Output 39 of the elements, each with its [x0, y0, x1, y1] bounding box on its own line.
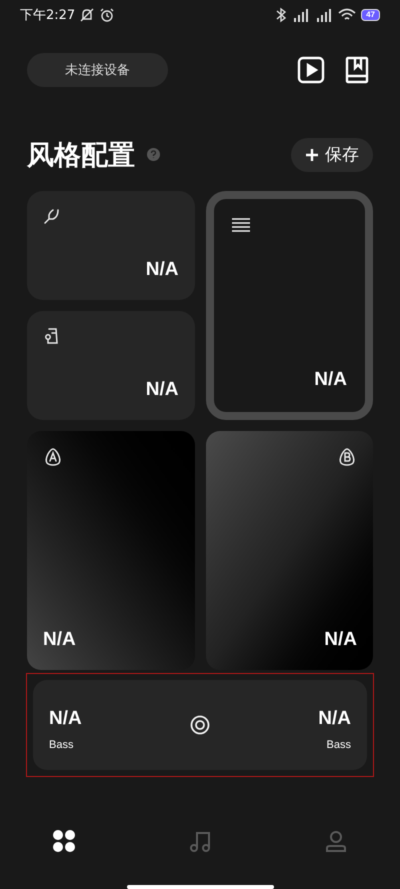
bass-label: Bass — [326, 738, 351, 753]
bass-value: N/A — [49, 706, 82, 730]
alarm-clock-icon — [99, 7, 116, 24]
letter-a-badge-icon — [43, 447, 63, 467]
grid-dots-icon — [52, 829, 76, 853]
style-card[interactable]: N/A — [27, 191, 194, 300]
person-icon — [324, 829, 348, 853]
wifi-icon — [338, 8, 356, 22]
signal-icon — [292, 8, 310, 22]
letter-b-badge-icon — [337, 447, 357, 467]
card-value: N/A — [324, 628, 357, 652]
bookmark-book-icon[interactable] — [345, 56, 369, 84]
signal-icon — [315, 8, 334, 22]
muted-bell-icon — [79, 7, 96, 24]
list-lines-icon — [232, 217, 250, 233]
style-card[interactable]: N/A — [27, 311, 194, 420]
device-icon — [43, 327, 61, 345]
target-icon[interactable] — [190, 715, 210, 735]
status-time: 下午2:27 — [20, 6, 76, 24]
plus-icon — [305, 148, 319, 162]
bluetooth-icon — [275, 7, 288, 24]
bass-value: N/A — [318, 706, 351, 730]
style-card[interactable]: N/A — [206, 431, 373, 670]
tuning-fork-icon — [43, 207, 61, 225]
card-value: N/A — [146, 258, 178, 282]
card-value: N/A — [43, 628, 76, 652]
device-button[interactable]: 未连接设备 — [27, 52, 168, 86]
bass-label: Bass — [49, 738, 74, 753]
play-icon[interactable] — [297, 56, 325, 84]
style-card[interactable]: N/A — [27, 431, 194, 670]
nav-tab[interactable] — [50, 827, 78, 855]
card-value: N/A — [314, 368, 347, 392]
card-value: N/A — [146, 378, 178, 402]
battery-level: 47 — [361, 9, 380, 22]
section-title: 风格配置 — [27, 138, 135, 172]
save-button[interactable]: 保存 — [291, 138, 373, 172]
music-note-icon — [188, 829, 212, 853]
list-card[interactable]: N/A — [206, 191, 373, 420]
bass-card[interactable]: N/A Bass N/A Bass — [33, 680, 367, 770]
